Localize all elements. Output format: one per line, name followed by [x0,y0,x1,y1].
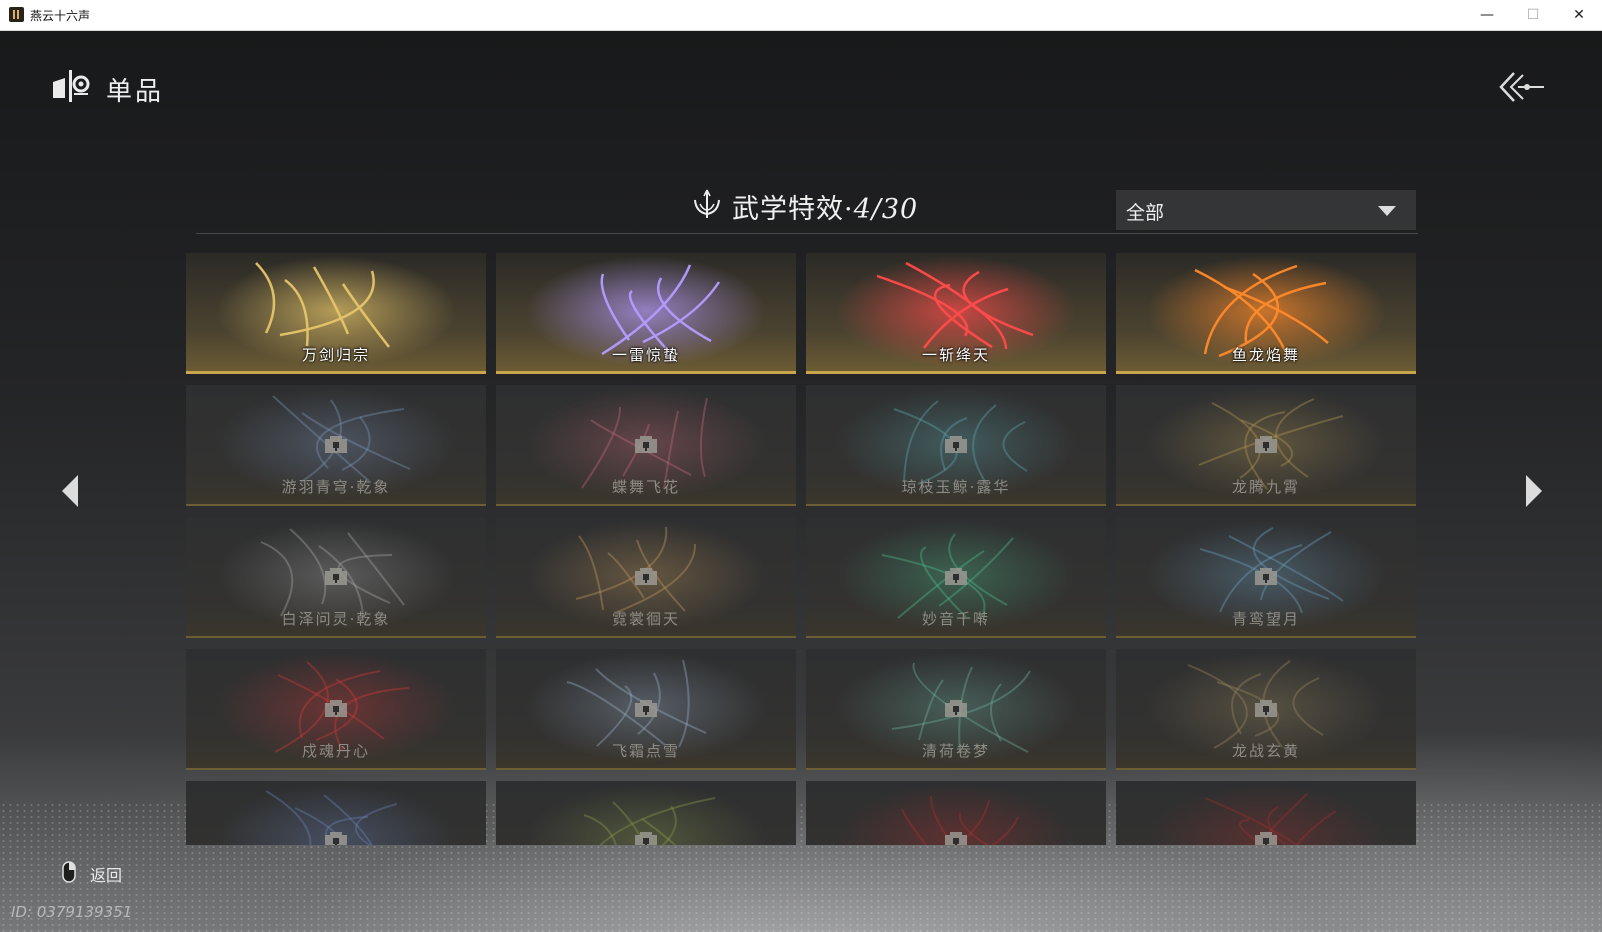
effect-card[interactable]: 游羽青穹·乾象 [186,385,486,506]
lock-icon [325,700,347,717]
effect-name: 妙音千啭 [921,610,990,628]
lock-icon [945,700,967,717]
arrow-left-icon[interactable] [58,471,82,511]
unlock-count: 4/30 [853,194,919,225]
lock-icon [325,436,347,453]
lock-icon [635,568,657,585]
martial-lotus-icon [694,189,720,218]
lock-icon [325,568,347,585]
section-title: 武学特效·4/30 [732,187,918,226]
game-screen: 单品 武学特效·4/30 全部 万剑归宗 一雷惊蛰 一斩绛天 鱼龙焰舞游羽青穹·乾象 蝶… [0,31,1602,932]
effect-name: 龙腾九霄 [1231,478,1300,496]
lock-icon [1255,700,1277,717]
effect-name: 游羽青穹·乾象 [281,478,391,496]
effect-card[interactable]: 万剑归宗 [186,253,486,374]
effect-name: 一斩绛天 [921,346,990,364]
effect-name: 琼枝玉鲸·露华 [901,478,1011,496]
section-title-text: 武学特效· [732,194,854,225]
effect-card[interactable] [186,781,486,845]
effect-card[interactable]: 霓裳徊天 [496,517,796,638]
effect-name: 万剑归宗 [301,346,370,364]
lock-icon [635,700,657,717]
effect-name: 龙战玄黄 [1231,742,1300,760]
effect-card[interactable]: 飞霜点雪 [496,649,796,770]
arrow-right-icon[interactable] [1522,471,1546,511]
close-button[interactable]: ✕ [1556,0,1602,30]
effect-name: 鱼龙焰舞 [1231,346,1300,364]
filter-selected-value: 全部 [1126,202,1165,224]
lock-icon [945,568,967,585]
effect-name: 飞霜点雪 [611,742,680,760]
category-filter-dropdown[interactable]: 全部 [1116,190,1416,230]
minimize-button[interactable]: — [1464,0,1510,30]
effect-name: 青鸾望月 [1231,610,1300,628]
effect-card[interactable]: 龙战玄黄 [1116,649,1416,770]
effect-card[interactable]: 青鸾望月 [1116,517,1416,638]
effect-name: 一雷惊蛰 [611,346,680,364]
item-shop-icon [53,70,90,102]
window-titlebar: 燕云十六声 — ☐ ✕ [0,0,1602,31]
effect-card[interactable]: 蝶舞飞花 [496,385,796,506]
effect-card[interactable] [496,781,796,845]
effect-name: 霓裳徊天 [611,610,680,628]
effect-name: 清荷卷梦 [921,742,990,760]
lock-icon [1255,436,1277,453]
effect-card[interactable]: 一斩绛天 [806,253,1106,374]
effect-name: 白泽问灵·乾象 [281,610,391,628]
app-icon [9,7,24,22]
effect-card[interactable]: 鱼龙焰舞 [1116,253,1416,374]
effect-card[interactable] [806,781,1106,845]
page-title: 单品 [106,77,165,107]
effect-card[interactable]: 龙腾九霄 [1116,385,1416,506]
lock-icon [1255,832,1277,845]
caret-down-icon [1378,206,1396,216]
lock-icon [945,832,967,845]
lock-icon [635,832,657,845]
lock-icon [1255,568,1277,585]
lock-icon [635,436,657,453]
effect-card[interactable]: 戍魂丹心 [186,649,486,770]
lock-icon [325,832,347,845]
effects-grid: 万剑归宗 一雷惊蛰 一斩绛天 鱼龙焰舞游羽青穹·乾象 蝶舞飞花 琼枝玉鲸·露华 龙腾九霄白泽… [186,253,1416,845]
mouse-right-click-icon [62,861,76,883]
effect-card[interactable]: 一雷惊蛰 [496,253,796,374]
window-title: 燕云十六声 [30,9,91,23]
effect-card[interactable] [1116,781,1416,845]
back-arrow-icon[interactable] [1498,69,1546,105]
lock-icon [945,436,967,453]
effect-card[interactable]: 清荷卷梦 [806,649,1106,770]
user-id-label: ID: 0379139351 [11,903,133,921]
effect-card[interactable]: 妙音千啭 [806,517,1106,638]
maximize-button[interactable]: ☐ [1510,0,1556,30]
effect-name: 蝶舞飞花 [611,478,680,496]
effect-name: 戍魂丹心 [301,742,370,760]
back-label: 返回 [90,866,123,885]
effect-card[interactable]: 白泽问灵·乾象 [186,517,486,638]
effect-card[interactable]: 琼枝玉鲸·露华 [806,385,1106,506]
